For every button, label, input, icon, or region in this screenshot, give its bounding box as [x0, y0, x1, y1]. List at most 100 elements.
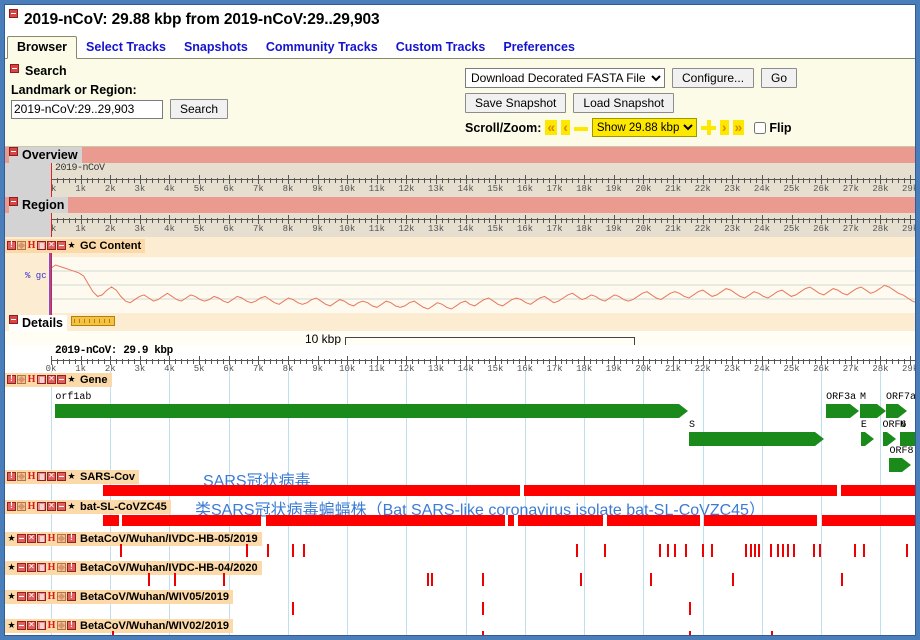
variant-mark[interactable]: [427, 573, 429, 586]
gene-feature[interactable]: [689, 432, 815, 446]
variant-mark[interactable]: [813, 544, 815, 557]
alignment-segment[interactable]: [822, 515, 916, 526]
variant-mark[interactable]: [674, 544, 676, 557]
search-button[interactable]: Search: [170, 99, 228, 119]
info-box-icon[interactable]: [7, 375, 16, 384]
variant-mark[interactable]: [482, 631, 484, 636]
scroll-left-icon[interactable]: ‹: [561, 120, 570, 135]
variant-mark[interactable]: [702, 544, 704, 557]
variant-mark[interactable]: [711, 544, 713, 557]
gene-feature[interactable]: [861, 432, 865, 446]
variant-mark[interactable]: [112, 631, 114, 636]
variant-mark[interactable]: [482, 602, 484, 615]
alignment-segment[interactable]: [103, 515, 119, 526]
region-collapse-icon[interactable]: [9, 197, 18, 206]
variant-mark[interactable]: [689, 602, 691, 615]
config-box-icon[interactable]: [37, 621, 46, 630]
share-h-icon[interactable]: H: [47, 621, 56, 630]
alignment-segment[interactable]: [103, 485, 520, 496]
alignment-segment[interactable]: [518, 515, 603, 526]
config-box-icon[interactable]: [37, 241, 46, 250]
favorite-star-icon[interactable]: ★: [67, 241, 76, 250]
save-snapshot-button[interactable]: Save Snapshot: [465, 93, 566, 113]
variant-mark[interactable]: [174, 573, 176, 586]
minimize-box-icon[interactable]: [57, 375, 66, 384]
gene-feature[interactable]: [886, 404, 898, 418]
variant-mark[interactable]: [223, 573, 225, 586]
minimize-box-icon[interactable]: [17, 592, 26, 601]
close-box-icon[interactable]: [47, 472, 56, 481]
variant-mark[interactable]: [854, 544, 856, 557]
variant-mark[interactable]: [292, 602, 294, 615]
overview-collapse-icon[interactable]: [9, 147, 18, 156]
search-collapse-icon[interactable]: [10, 64, 19, 73]
variant-mark[interactable]: [732, 573, 734, 586]
gene-track-controls[interactable]: H★Gene: [5, 373, 112, 387]
info-box-icon[interactable]: [7, 241, 16, 250]
favorite-star-icon[interactable]: ★: [67, 375, 76, 384]
info-box-icon[interactable]: [67, 534, 76, 543]
variant-mark[interactable]: [906, 544, 908, 557]
search-input[interactable]: [11, 100, 163, 119]
variant-mark[interactable]: [758, 544, 760, 557]
share-h-icon[interactable]: H: [27, 241, 36, 250]
variant-mark[interactable]: [754, 544, 756, 557]
share-h-icon[interactable]: H: [47, 534, 56, 543]
alignment-segment[interactable]: [704, 515, 817, 526]
edit-pencil-icon[interactable]: [17, 472, 26, 481]
gene-feature[interactable]: [860, 404, 877, 418]
variant-mark[interactable]: [793, 544, 795, 557]
bat-track-controls[interactable]: H★bat-SL-CoVZC45: [5, 500, 171, 514]
share-h-icon[interactable]: H: [47, 592, 56, 601]
config-box-icon[interactable]: [37, 534, 46, 543]
config-box-icon[interactable]: [37, 375, 46, 384]
gc-track-controls[interactable]: H★GC Content: [5, 239, 145, 253]
edit-pencil-icon[interactable]: [57, 563, 66, 572]
variant-mark[interactable]: [659, 544, 661, 557]
config-box-icon[interactable]: [37, 563, 46, 572]
tab-browser[interactable]: Browser: [7, 36, 77, 59]
edit-pencil-icon[interactable]: [57, 621, 66, 630]
overview-header[interactable]: Overview: [9, 147, 82, 163]
variant-mark[interactable]: [750, 544, 752, 557]
variant-mark[interactable]: [777, 544, 779, 557]
variant-mark[interactable]: [246, 544, 248, 557]
gene-feature[interactable]: [900, 432, 916, 446]
alignment-segment[interactable]: [841, 485, 916, 496]
tab-community-tracks[interactable]: Community Tracks: [257, 37, 387, 58]
overview-ruler[interactable]: 2019-nCoV 0k1k2k3k4k5k6k7k8k9k10k11k12k1…: [5, 163, 915, 197]
region-ruler[interactable]: 0k1k2k3k4k5k6k7k8k9k10k11k12k13k14k15k16…: [5, 213, 915, 237]
variant-mark[interactable]: [431, 573, 433, 586]
edit-pencil-icon[interactable]: [17, 502, 26, 511]
variant-mark[interactable]: [482, 573, 484, 586]
config-box-icon[interactable]: [37, 502, 46, 511]
configure-button[interactable]: Configure...: [672, 68, 754, 88]
download-format-select[interactable]: Download Decorated FASTA File: [465, 68, 665, 88]
info-box-icon[interactable]: [7, 472, 16, 481]
zoom-level-select[interactable]: Show 29.88 kbp: [592, 118, 697, 137]
favorite-star-icon[interactable]: ★: [7, 534, 16, 543]
variant-mark[interactable]: [863, 544, 865, 557]
close-box-icon[interactable]: [47, 502, 56, 511]
variant-mark[interactable]: [819, 544, 821, 557]
close-box-icon[interactable]: [47, 241, 56, 250]
favorite-star-icon[interactable]: ★: [7, 592, 16, 601]
variant-mark[interactable]: [685, 544, 687, 557]
variant-mark[interactable]: [120, 544, 122, 557]
zoom-out-icon[interactable]: [574, 121, 588, 135]
tab-custom-tracks[interactable]: Custom Tracks: [387, 37, 495, 58]
go-button[interactable]: Go: [761, 68, 797, 88]
gene-feature[interactable]: [55, 404, 678, 418]
favorite-star-icon[interactable]: ★: [7, 563, 16, 572]
variant-mark[interactable]: [292, 544, 294, 557]
details-header[interactable]: Details: [9, 315, 67, 331]
favorite-star-icon[interactable]: ★: [67, 472, 76, 481]
config-box-icon[interactable]: [37, 592, 46, 601]
close-box-icon[interactable]: [27, 621, 36, 630]
close-box-icon[interactable]: [27, 563, 36, 572]
close-box-icon[interactable]: [27, 592, 36, 601]
share-h-icon[interactable]: H: [27, 502, 36, 511]
info-box-icon[interactable]: [67, 563, 76, 572]
variant-mark[interactable]: [782, 544, 784, 557]
close-box-icon[interactable]: [27, 534, 36, 543]
